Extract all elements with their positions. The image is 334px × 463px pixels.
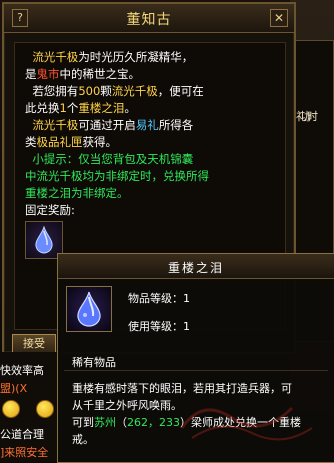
text: 是 [25,67,37,81]
tip-line-3: 重楼之泪为非绑定。 [25,186,129,200]
tooltip-header: 重楼之泪 [58,254,334,279]
text: 此兑换 [25,101,60,115]
text: 可通过开启 [78,118,136,132]
divider [64,370,328,371]
use-level-label: 使用等级： [128,320,183,333]
emoji-icon[interactable] [36,400,54,418]
close-button[interactable]: ✕ [270,9,288,27]
text: 。 [124,101,136,115]
tooltip-title: 重楼之泪 [167,261,224,275]
text: 可到 [72,416,94,429]
location-link[interactable]: 苏州 [94,416,116,429]
text: 所得各 [158,118,194,132]
text: 中的稀世之宝。 [59,67,141,81]
crystal-teardrop-icon [77,291,101,327]
item-level-row: 物品等级：1 [128,290,190,306]
use-level-value: 1 [183,320,190,333]
chat-panel: 快效率高 盟)(X 公道合理 ]来照安全 [0,352,62,462]
tooltip-item-icon [66,286,112,332]
text: （ [116,416,127,429]
item-level-value: 1 [183,292,190,305]
item-name-text: 流光千极 [32,118,79,132]
tip-line-1: 小提示：仅当您背包及天机锦囊 [25,151,279,168]
item-name-text: 流光千极 [111,84,158,98]
text: 若您拥有 [32,84,79,98]
tip-line-2: 中流光千极均为非绑定时，兑换所得 [25,169,209,183]
chat-line: 公道合理 [0,428,44,441]
chat-line: 快效率高 [0,364,44,377]
item-name-text: 流光千极 [32,50,79,64]
text: 获得。 [82,135,118,149]
text: ，便可在 [157,84,204,98]
count-text: 500 [78,84,101,98]
accept-button[interactable]: 接受 [12,334,56,354]
chat-line: 盟)(X [0,382,28,395]
emoji-icon[interactable] [2,400,20,418]
item-level-label: 物品等级： [128,292,183,305]
location-text: 鬼市 [36,67,60,81]
dialog-text: 流光千极为时光历久所凝精华， 是鬼市中的稀世之宝。 若您拥有500颗流光千极，便… [25,49,279,219]
item-name-text: 重楼之泪 [78,101,125,115]
watermark-logo [180,406,313,441]
dialog-title-bar[interactable]: ? 董知古 ✕ [4,4,294,33]
text: 小提示：仅当您背包及天机锦囊 [32,152,194,166]
text: 类 [25,135,37,149]
crystal-teardrop-icon [35,226,53,254]
text: 为时光历久所凝精华， [78,50,194,64]
chat-line: ]来照安全 [0,446,49,459]
count-text: 1 [59,101,67,115]
right-panel-label-2: 礼时 [296,110,318,123]
reward-label: 固定奖励: [25,203,75,217]
rarity-label: 稀有物品 [72,356,116,369]
item-link-text[interactable]: 易礼 [136,118,159,132]
dialog-title: 董知古 [126,12,172,28]
item-name-text: 极品礼匣 [36,135,83,149]
text: 个 [66,101,79,115]
use-level-row: 使用等级：1 [128,318,190,334]
text: 颗 [100,84,112,98]
